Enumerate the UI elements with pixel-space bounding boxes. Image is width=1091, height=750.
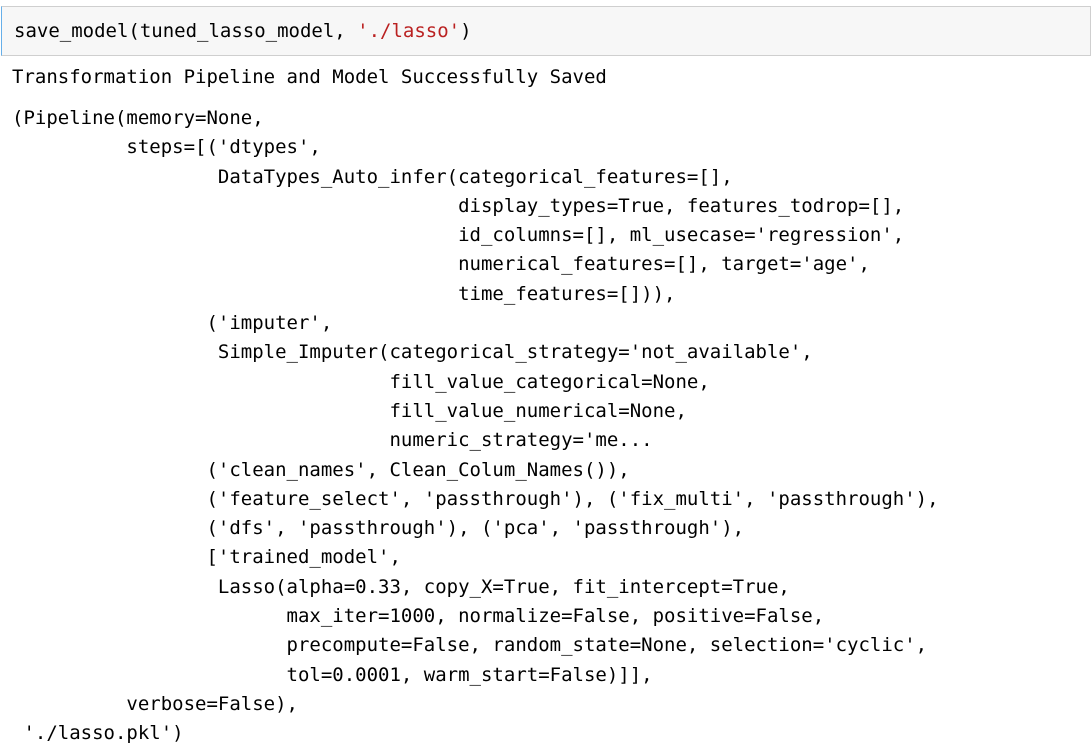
code-closing-paren: )	[460, 20, 472, 42]
output-message: Transformation Pipeline and Model Succes…	[12, 66, 607, 88]
output-line: (Pipeline(memory=None,	[12, 107, 264, 129]
output-line: precompute=False, random_state=None, sel…	[12, 634, 928, 657]
code-input-cell[interactable]: save_model(tuned_lasso_model, './lasso')	[1, 6, 1091, 56]
output-line: numerical_features=[], target='age',	[12, 253, 870, 276]
output-line: ('dfs', 'passthrough'), ('pca', 'passthr…	[12, 517, 745, 540]
output-line: max_iter=1000, normalize=False, positive…	[12, 605, 825, 628]
code-line: save_model(tuned_lasso_model, './lasso')	[14, 20, 472, 42]
output-line: Lasso(alpha=0.33, copy_X=True, fit_inter…	[12, 575, 790, 598]
output-line: fill_value_categorical=None,	[12, 370, 710, 393]
output-line: time_features=[])),	[12, 282, 676, 305]
output-line: ['trained_model',	[12, 546, 401, 569]
output-line: './lasso.pkl')	[12, 722, 184, 745]
output-line: display_types=True, features_todrop=[],	[12, 194, 905, 217]
output-line: DataTypes_Auto_infer(categorical_feature…	[12, 165, 733, 188]
output-line: fill_value_numerical=None,	[12, 399, 687, 422]
output-line: tol=0.0001, warm_start=False)]],	[12, 663, 653, 686]
output-line: verbose=False),	[12, 692, 298, 715]
output-line: numeric_strategy='me...	[12, 429, 653, 452]
code-function-call: save_model(tuned_lasso_model,	[14, 20, 358, 42]
output-line: Simple_Imputer(categorical_strategy='not…	[12, 341, 813, 364]
output-line: ('imputer',	[12, 312, 333, 335]
output-line: ('feature_select', 'passthrough'), ('fix…	[12, 487, 939, 510]
output-line: steps=[('dtypes',	[12, 136, 321, 159]
output-line: id_columns=[], ml_usecase='regression',	[12, 224, 905, 247]
output-repr: (Pipeline(memory=None, steps=[('dtypes',…	[12, 104, 939, 749]
code-string-literal: './lasso'	[357, 20, 461, 42]
output-line: ('clean_names', Clean_Colum_Names()),	[12, 458, 630, 481]
